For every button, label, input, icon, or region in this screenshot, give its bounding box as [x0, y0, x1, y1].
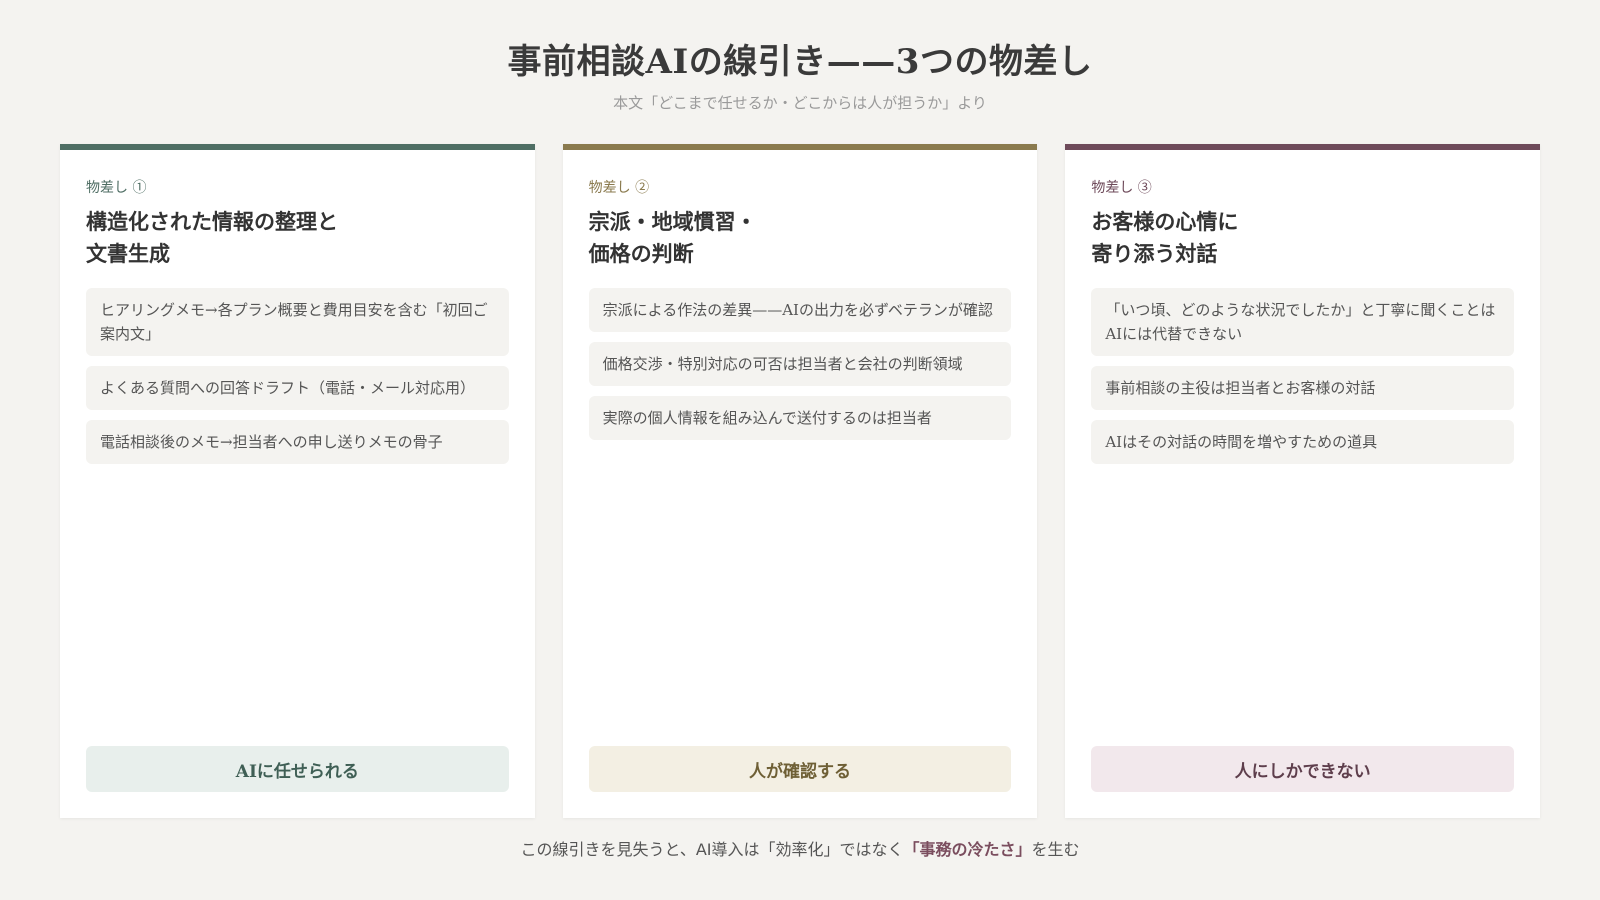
list-item: 価格交渉・特別対応の可否は担当者と会社の判断領域 — [588, 342, 1012, 386]
card-title: お客様の心情に 寄り添う対話 — [1091, 206, 1514, 270]
card-items: ヒアリングメモ→各プラン概要と費用目安を含む「初回ご案内文」 よくある質問への回… — [86, 288, 509, 464]
list-item: よくある質問への回答ドラフト（電話・メール対応用） — [86, 366, 509, 410]
list-item: 事前相談の主役は担当者とお客様の対話 — [1091, 366, 1515, 410]
list-item: 「いつ頃、どのような状況でしたか」と丁寧に聞くことはAIには代替できない — [1091, 288, 1515, 356]
cards-container: 物差し ① 構造化された情報の整理と 文書生成 ヒアリングメモ→各プラン概要と費… — [60, 144, 1541, 818]
card-label: 物差し ① — [86, 180, 147, 196]
card-title-line1: 宗派・地域慣習・ — [588, 209, 757, 234]
card-ruler-2: 物差し ② 宗派・地域慣習・ 価格の判断 宗派による作法の差異——AIの出力を必… — [562, 144, 1038, 818]
list-item: 実際の個人情報を組み込んで送付するのは担当者 — [588, 396, 1012, 440]
card-title-line2: 文書生成 — [86, 241, 170, 266]
list-item: AIはその対話の時間を増やすための道具 — [1091, 420, 1515, 464]
footer-note: この線引きを見失うと、AI導入は「効率化」ではなく「事務の冷たさ」を生む — [0, 836, 1600, 860]
card-label: 物差し ② — [588, 180, 650, 196]
card-title-line2: 価格の判断 — [588, 241, 694, 266]
card-title-line2: 寄り添う対話 — [1091, 241, 1218, 266]
footer-text-before: この線引きを見失うと、AI導入は「効率化」ではなく — [520, 840, 904, 859]
list-item: ヒアリングメモ→各プラン概要と費用目安を含む「初回ご案内文」 — [86, 288, 509, 356]
verdict-badge: 人が確認する — [588, 746, 1012, 792]
card-ruler-1: 物差し ① 構造化された情報の整理と 文書生成 ヒアリングメモ→各プラン概要と費… — [60, 144, 535, 818]
card-title-line1: 構造化された情報の整理と — [86, 209, 338, 234]
verdict-badge: AIに任せられる — [86, 746, 509, 792]
card-items: 「いつ頃、どのような状況でしたか」と丁寧に聞くことはAIには代替できない 事前相… — [1091, 288, 1515, 464]
footer-emphasis: 「事務の冷たさ」 — [903, 840, 1032, 859]
page-subtitle: 本文「どこまで任せるか・どこからは人が担うか」より — [613, 94, 987, 112]
card-title-line1: お客様の心情に — [1091, 209, 1239, 234]
card-ruler-3: 物差し ③ お客様の心情に 寄り添う対話 「いつ頃、どのような状況でしたか」と丁… — [1065, 144, 1541, 818]
card-title: 構造化された情報の整理と 文書生成 — [86, 206, 509, 270]
page-title: 事前相談AIの線引き——3つの物差し — [507, 42, 1093, 82]
card-title: 宗派・地域慣習・ 価格の判断 — [589, 206, 1012, 270]
card-label: 物差し ③ — [1091, 180, 1152, 196]
list-item: 電話相談後のメモ→担当者への申し送りメモの骨子 — [86, 420, 509, 464]
header: 事前相談AIの線引き——3つの物差し 本文「どこまで任せるか・どこからは人が担う… — [0, 38, 1600, 113]
list-item: 宗派による作法の差異——AIの出力を必ずベテランが確認 — [588, 288, 1012, 332]
card-items: 宗派による作法の差異——AIの出力を必ずベテランが確認 価格交渉・特別対応の可否… — [588, 288, 1012, 440]
footer-text-after: を生む — [1031, 840, 1080, 859]
verdict-badge: 人にしかできない — [1091, 746, 1515, 792]
